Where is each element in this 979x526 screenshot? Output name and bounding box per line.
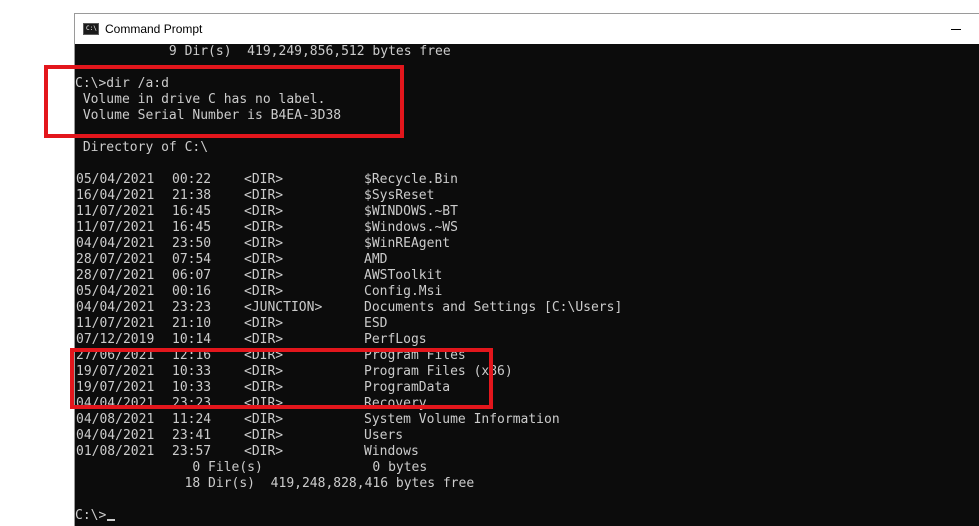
free-space-line: 9 Dir(s) 419,249,856,512 bytes free (75, 44, 451, 59)
entry-time: 10:33 (172, 364, 212, 379)
entry-name: Windows (364, 444, 419, 459)
entry-time: 23:50 (172, 236, 212, 251)
entry-time: 16:45 (172, 204, 212, 219)
entry-name: AMD (364, 252, 388, 267)
entry-date: 19/07/2021 (76, 380, 155, 395)
entry-name: System Volume Information (364, 412, 560, 427)
entry-date: 01/08/2021 (76, 444, 155, 459)
entry-date: 05/04/2021 (76, 284, 155, 299)
command-line: C:\>dir /a:d (75, 76, 169, 91)
serial-number-line: Volume Serial Number is B4EA-3D38 (75, 108, 342, 123)
entry-date: 27/06/2021 (76, 348, 155, 363)
entry-time: 10:14 (172, 332, 212, 347)
minimize-icon (951, 28, 961, 30)
entry-date: 11/07/2021 (76, 204, 155, 219)
entry-date: 07/12/2019 (76, 332, 155, 347)
entry-name: ESD (364, 316, 388, 331)
entry-name: $SysReset (364, 188, 435, 203)
entry-time: 23:41 (172, 428, 212, 443)
entry-type: <DIR> (244, 396, 284, 411)
command-prompt-line[interactable]: C:\> (75, 508, 116, 524)
entry-type: <DIR> (244, 188, 284, 203)
entry-name: Config.Msi (364, 284, 443, 299)
entry-type: <DIR> (244, 380, 284, 395)
entry-name: Documents and Settings [C:\Users] (364, 300, 623, 315)
volume-label-line: Volume in drive C has no label. (75, 92, 326, 107)
entry-name: $Windows.~WS (364, 220, 458, 235)
entry-time: 06:07 (172, 268, 212, 283)
window-title: Command Prompt (105, 22, 203, 36)
entry-date: 04/04/2021 (76, 300, 155, 315)
entry-date: 04/04/2021 (76, 236, 155, 251)
entry-time: 11:24 (172, 412, 212, 427)
entry-date: 28/07/2021 (76, 252, 155, 267)
entry-time: 23:23 (172, 396, 212, 411)
entry-name: AWSToolkit (364, 268, 443, 283)
entry-date: 28/07/2021 (76, 268, 155, 283)
directory-of-line: Directory of C:\ (75, 140, 209, 155)
entry-type: <DIR> (244, 284, 284, 299)
entry-name: Program Files (x86) (364, 364, 513, 379)
entry-type: <DIR> (244, 220, 284, 235)
entry-date: 11/07/2021 (76, 316, 155, 331)
entry-date: 04/04/2021 (76, 396, 155, 411)
dirs-summary-line: 18 Dir(s) 419,248,828,416 bytes free (75, 476, 475, 491)
entry-time: 00:22 (172, 172, 212, 187)
entry-name: PerfLogs (364, 332, 427, 347)
entry-date: 16/04/2021 (76, 188, 155, 203)
prompt-text: C:\> (75, 508, 107, 523)
entry-type: <DIR> (244, 412, 284, 427)
entry-type: <DIR> (244, 444, 284, 459)
entry-type: <DIR> (244, 364, 284, 379)
text-cursor (107, 519, 116, 521)
entry-date: 11/07/2021 (76, 220, 155, 235)
entry-type: <DIR> (244, 172, 284, 187)
entry-date: 04/08/2021 (76, 412, 155, 427)
entry-name: Recovery (364, 396, 427, 411)
entry-date: 05/04/2021 (76, 172, 155, 187)
entry-type: <DIR> (244, 428, 284, 443)
entry-time: 12:16 (172, 348, 212, 363)
entry-type: <DIR> (244, 316, 284, 331)
screenshot-stage: C:\ Command Prompt 9 Dir(s) 419,249,856,… (0, 0, 979, 526)
entry-type: <DIR> (244, 204, 284, 219)
entry-time: 07:54 (172, 252, 212, 267)
entry-type: <DIR> (244, 252, 284, 267)
entry-type: <DIR> (244, 332, 284, 347)
minimize-button[interactable] (933, 14, 979, 44)
entry-name: $Recycle.Bin (364, 172, 458, 187)
entry-name: ProgramData (364, 380, 451, 395)
entry-type: <DIR> (244, 348, 284, 363)
cmd-icon: C:\ (83, 23, 99, 35)
entry-name: $WINDOWS.~BT (364, 204, 458, 219)
entry-time: 00:16 (172, 284, 212, 299)
entry-date: 19/07/2021 (76, 364, 155, 379)
entry-date: 04/04/2021 (76, 428, 155, 443)
entry-name: Users (364, 428, 404, 443)
entry-type: <DIR> (244, 268, 284, 283)
title-bar[interactable]: C:\ Command Prompt (75, 14, 979, 44)
command-prompt-window[interactable]: C:\ Command Prompt 9 Dir(s) 419,249,856,… (74, 13, 979, 526)
entry-time: 21:10 (172, 316, 212, 331)
entry-name: $WinREAgent (364, 236, 451, 251)
entry-type: <DIR> (244, 236, 284, 251)
files-summary-line: 0 File(s) 0 bytes (75, 460, 428, 475)
entry-time: 23:23 (172, 300, 212, 315)
entry-time: 23:57 (172, 444, 212, 459)
console-output[interactable]: 9 Dir(s) 419,249,856,512 bytes free C:\>… (75, 44, 979, 526)
entry-name: Program Files (364, 348, 466, 363)
entry-type: <JUNCTION> (244, 300, 323, 315)
entry-time: 10:33 (172, 380, 212, 395)
entry-time: 21:38 (172, 188, 212, 203)
entry-time: 16:45 (172, 220, 212, 235)
